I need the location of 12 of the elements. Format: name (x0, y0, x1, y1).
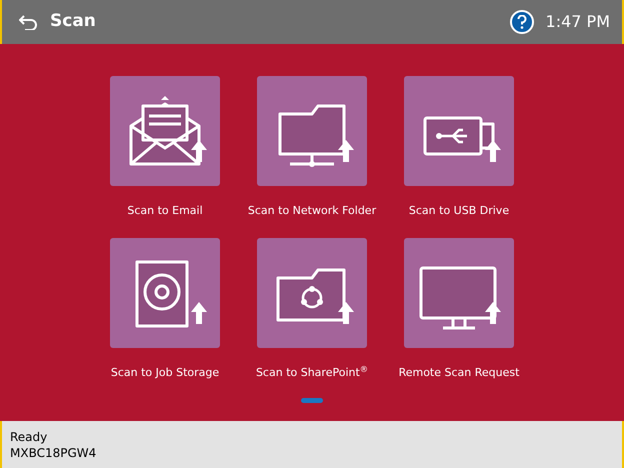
status-text: Ready (10, 428, 48, 444)
clock: 1:47 PM (546, 11, 610, 33)
tile-label: Scan to USB Drive (408, 203, 510, 219)
tile-label: Remote Scan Request (398, 365, 520, 381)
back-icon (19, 14, 37, 30)
tile-label: Scan to SharePoint$^{®}$ (256, 364, 368, 381)
help-icon[interactable] (510, 10, 534, 34)
tile-label: Scan to Job Storage (110, 365, 220, 381)
tile-label: Scan to Email (127, 203, 203, 219)
device-id: MXBC18PGW4 (10, 444, 98, 460)
tile-label: Scan to Network Folder (248, 203, 376, 219)
page-title: Scan (50, 10, 96, 34)
